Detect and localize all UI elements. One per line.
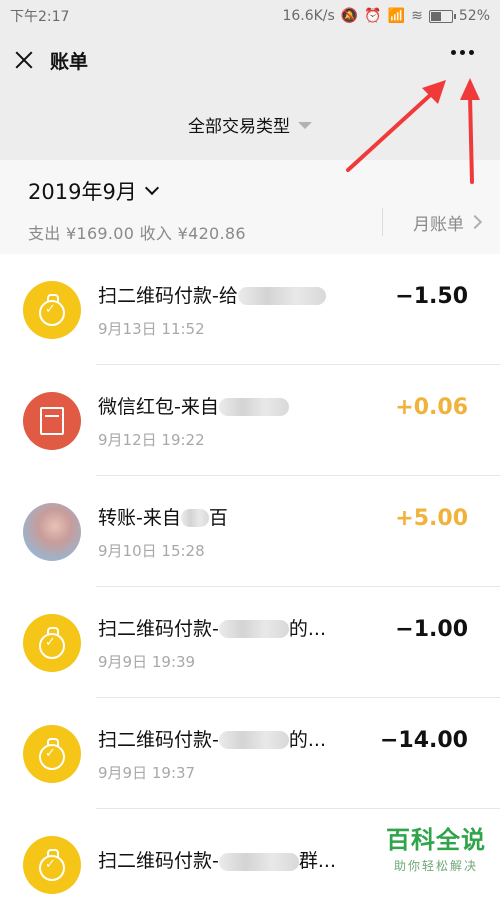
battery-percent: 52% bbox=[458, 8, 490, 24]
watermark-logo: 百科全说 助你轻松解决 bbox=[386, 820, 486, 874]
transaction-time: 9月9日 19:37 bbox=[98, 763, 196, 782]
nav-bar: 账单 bbox=[0, 32, 500, 88]
transaction-row[interactable]: 扫二维码付款-的... 9月9日 19:37 −14.00 bbox=[0, 698, 500, 809]
chevron-down-icon bbox=[144, 180, 159, 196]
month-header: 2019年9月 支出 ¥169.00 收入 ¥420.86 月账单 bbox=[0, 160, 500, 254]
transaction-row[interactable]: 转账-来自百 9月10日 15:28 +5.00 bbox=[0, 476, 500, 587]
money-bag-icon bbox=[23, 613, 81, 672]
signal-icon: 📶 bbox=[387, 8, 406, 24]
more-dot-icon bbox=[451, 50, 456, 55]
transaction-time: 9月9日 19:39 bbox=[98, 652, 196, 671]
redacted-name bbox=[218, 398, 289, 416]
monthly-bill-link[interactable]: 月账单 bbox=[382, 208, 483, 236]
avatar bbox=[23, 502, 81, 561]
more-dot-icon bbox=[460, 50, 465, 55]
transaction-amount: −14.00 bbox=[379, 728, 468, 753]
page-title: 账单 bbox=[50, 50, 89, 73]
redacted-name bbox=[237, 287, 326, 305]
status-icons: 16.6K/s 🔕 ⏰ 📶 ≋ 52% bbox=[282, 8, 490, 24]
money-bag-icon bbox=[23, 280, 81, 339]
alarm-icon: ⏰ bbox=[364, 8, 382, 24]
money-bag-icon bbox=[23, 724, 81, 783]
more-dot-icon bbox=[469, 50, 474, 55]
month-selector[interactable]: 2019年9月 bbox=[28, 176, 472, 206]
transaction-amount: −1.00 bbox=[395, 617, 468, 642]
transaction-amount: +5.00 bbox=[395, 506, 468, 531]
battery-level bbox=[430, 11, 442, 21]
mute-icon: 🔕 bbox=[340, 8, 359, 24]
status-bar: 下午2:17 16.6K/s 🔕 ⏰ 📶 ≋ 52% bbox=[0, 0, 500, 32]
monthly-bill-label: 月账单 bbox=[413, 214, 464, 235]
transaction-amount: −1.50 bbox=[395, 284, 468, 309]
caret-down-icon bbox=[298, 121, 312, 129]
filter-label: 全部交易类型 bbox=[188, 116, 290, 137]
redacted-name bbox=[218, 852, 299, 871]
watermark-subtitle: 助你轻松解决 bbox=[393, 859, 478, 873]
transaction-type-filter[interactable]: 全部交易类型 bbox=[0, 88, 500, 160]
redacted-name bbox=[218, 620, 289, 638]
transaction-time: 9月13日 11:52 bbox=[98, 319, 205, 338]
more-options-button[interactable] bbox=[451, 50, 474, 55]
battery-icon bbox=[428, 9, 456, 23]
network-speed: 16.6K/s bbox=[282, 8, 335, 24]
red-packet-icon bbox=[23, 391, 81, 450]
transaction-time: 9月12日 19:22 bbox=[98, 430, 205, 449]
transaction-row[interactable]: 扫二维码付款-给 9月13日 11:52 −1.50 bbox=[0, 254, 500, 365]
transaction-row[interactable]: 扫二维码付款-的... 9月9日 19:39 −1.00 bbox=[0, 587, 500, 698]
redacted-name bbox=[180, 509, 209, 527]
transaction-row[interactable]: 微信红包-来自 9月12日 19:22 +0.06 bbox=[0, 365, 500, 476]
chevron-right-icon bbox=[467, 214, 483, 230]
transaction-amount: +0.06 bbox=[395, 395, 468, 420]
month-title: 2019年9月 bbox=[28, 180, 137, 204]
wifi-icon: ≋ bbox=[411, 8, 423, 24]
close-icon[interactable] bbox=[12, 48, 36, 72]
transaction-time: 9月10日 15:28 bbox=[98, 541, 205, 560]
money-bag-icon bbox=[23, 835, 81, 894]
watermark-title: 百科全说 bbox=[386, 826, 486, 854]
redacted-name bbox=[218, 731, 289, 749]
status-time: 下午2:17 bbox=[10, 9, 70, 25]
